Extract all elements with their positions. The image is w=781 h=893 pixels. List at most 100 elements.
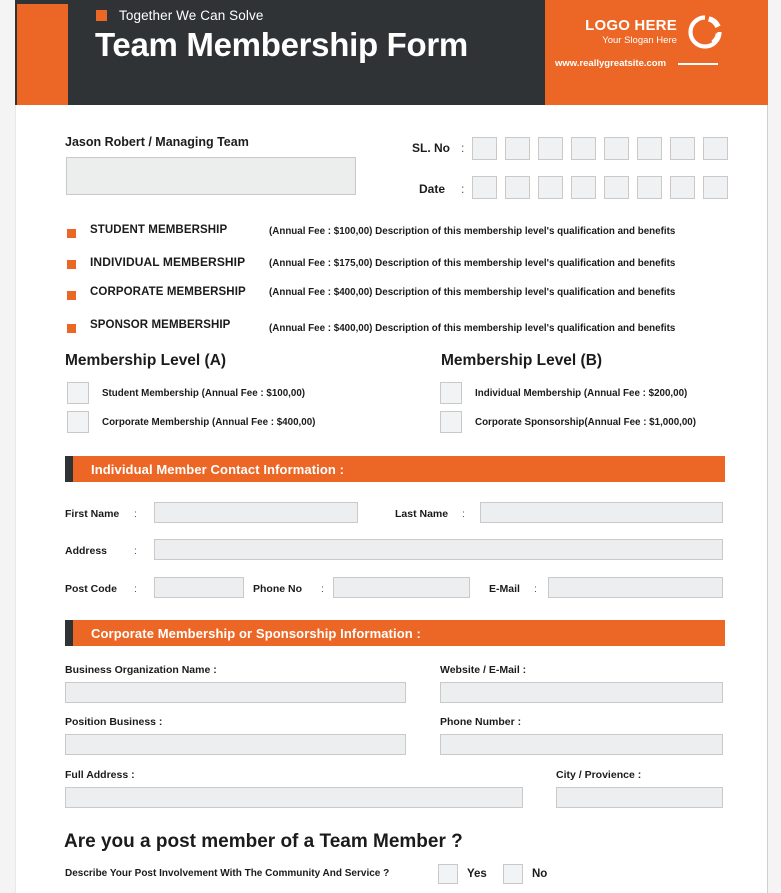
slno-cell[interactable] [505, 137, 530, 160]
slno-cell[interactable] [538, 137, 563, 160]
website-row: www.reallygreatsite.com [555, 58, 760, 69]
slno-cell[interactable] [670, 137, 695, 160]
phone-no-label: Phone No [253, 583, 302, 595]
membership-level-description: (Annual Fee : $100,00) Description of th… [269, 226, 676, 237]
level-b-option-2[interactable]: Corporate Sponsorship(Annual Fee : $1,00… [440, 411, 696, 433]
email-input[interactable] [548, 577, 723, 598]
position-business-label: Position Business : [65, 716, 163, 728]
email-label: E-Mail [489, 583, 520, 595]
slno-colon: : [461, 141, 465, 155]
slno-cell[interactable] [472, 137, 497, 160]
square-bullet-icon [96, 10, 107, 21]
header-tagline: Together We Can Solve [96, 8, 263, 23]
square-bullet-icon [67, 324, 76, 333]
section-header-corporate: Corporate Membership or Sponsorship Info… [65, 620, 725, 646]
email-colon: : [534, 583, 537, 595]
date-cell[interactable] [670, 176, 695, 199]
first-name-label: First Name [65, 508, 120, 520]
level-a-option-1-label: Student Membership (Annual Fee : $100,00… [102, 387, 306, 399]
slno-cell[interactable] [703, 137, 728, 160]
full-address-input[interactable] [65, 787, 523, 808]
section-header-contact: Individual Member Contact Information : [65, 456, 725, 482]
level-b-title: Membership Level (B) [441, 352, 603, 369]
post-code-input[interactable] [154, 577, 244, 598]
membership-level-description: (Annual Fee : $400,00) Description of th… [269, 287, 676, 298]
membership-level-name: STUDENT MEMBERSHIP [90, 224, 228, 236]
date-cell[interactable] [637, 176, 662, 199]
date-colon: : [461, 182, 465, 196]
checkbox-icon[interactable] [438, 864, 458, 884]
last-name-label: Last Name [395, 508, 449, 520]
logo-title: LOGO HERE [585, 17, 677, 35]
level-a-option-1[interactable]: Student Membership (Annual Fee : $100,00… [67, 382, 305, 404]
header-orange-accent-block [17, 4, 68, 105]
date-cell[interactable] [505, 176, 530, 199]
document-sheet [15, 0, 768, 893]
date-label: Date [419, 182, 446, 196]
last-name-colon: : [462, 508, 465, 520]
first-name-colon: : [134, 508, 137, 520]
post-code-colon: : [134, 583, 137, 595]
checkbox-icon[interactable] [440, 382, 462, 404]
membership-level-description: (Annual Fee : $400,00) Description of th… [269, 323, 676, 334]
city-province-label: City / Provience : [556, 769, 642, 781]
level-b-option-1-label: Individual Membership (Annual Fee : $200… [475, 387, 688, 399]
owner-name-label: Jason Robert / Managing Team [65, 135, 249, 149]
slno-cell[interactable] [604, 137, 629, 160]
ring-logo-icon [688, 15, 722, 49]
section-header-contact-label: Individual Member Contact Information : [73, 456, 725, 482]
logo-text-column: LOGO HERE Your Slogan Here [585, 18, 677, 46]
first-name-input[interactable] [154, 502, 358, 523]
date-cell[interactable] [538, 176, 563, 199]
last-name-input[interactable] [480, 502, 723, 523]
level-b-option-1[interactable]: Individual Membership (Annual Fee : $200… [440, 382, 687, 404]
date-cell[interactable] [604, 176, 629, 199]
date-cell-row [472, 176, 728, 199]
address-label: Address [65, 545, 108, 557]
address-input[interactable] [154, 539, 723, 560]
phone-number-input[interactable] [440, 734, 723, 755]
level-a-option-2[interactable]: Corporate Membership (Annual Fee : $400,… [67, 411, 315, 433]
checkbox-icon[interactable] [67, 411, 89, 433]
answer-yes-label: Yes [467, 868, 487, 880]
page-title: Team Membership Form [95, 26, 468, 63]
square-bullet-icon [67, 291, 76, 300]
phone-no-input[interactable] [333, 577, 470, 598]
form-page: Together We Can Solve Team Membership Fo… [0, 0, 781, 893]
business-name-input[interactable] [65, 682, 406, 703]
position-business-input[interactable] [65, 734, 406, 755]
answer-yes-option[interactable]: Yes [438, 864, 487, 884]
section-tab-accent [65, 620, 73, 646]
full-address-label: Full Address : [65, 769, 135, 781]
checkbox-icon[interactable] [503, 864, 523, 884]
answer-no-option[interactable]: No [503, 864, 547, 884]
slno-cell[interactable] [637, 137, 662, 160]
logo-lockup: LOGO HERE Your Slogan Here [555, 12, 755, 52]
membership-level-name: INDIVIDUAL MEMBERSHIP [90, 255, 246, 269]
slno-label: SL. No [412, 141, 450, 155]
owner-name-input[interactable] [66, 157, 356, 195]
date-cell[interactable] [703, 176, 728, 199]
level-a-title: Membership Level (A) [65, 352, 227, 369]
section-tab-accent [65, 456, 73, 482]
answer-no-label: No [532, 868, 548, 880]
website-label: Website / E-Mail : [440, 664, 527, 676]
checkbox-icon[interactable] [440, 411, 462, 433]
website-url: www.reallygreatsite.com [555, 58, 667, 69]
membership-level-list: STUDENT MEMBERSHIP (Annual Fee : $100,00)… [65, 224, 755, 348]
membership-level-row: SPONSOR MEMBERSHIP (Annual Fee : $400,00)… [65, 317, 755, 348]
date-cell[interactable] [571, 176, 596, 199]
phone-no-colon: : [321, 583, 324, 595]
city-province-input[interactable] [556, 787, 723, 808]
slno-cell[interactable] [571, 137, 596, 160]
section-header-corporate-label: Corporate Membership or Sponsorship Info… [73, 620, 725, 646]
square-bullet-icon [67, 260, 76, 269]
level-a-option-2-label: Corporate Membership (Annual Fee : $400,… [102, 416, 316, 428]
date-cell[interactable] [472, 176, 497, 199]
level-b-option-2-label: Corporate Sponsorship(Annual Fee : $1,00… [475, 416, 697, 428]
website-input[interactable] [440, 682, 723, 703]
checkbox-icon[interactable] [67, 382, 89, 404]
membership-level-description: (Annual Fee : $175,00) Description of th… [269, 258, 676, 269]
membership-level-name: CORPORATE MEMBERSHIP [90, 286, 246, 298]
header-tagline-text: Together We Can Solve [119, 8, 264, 23]
